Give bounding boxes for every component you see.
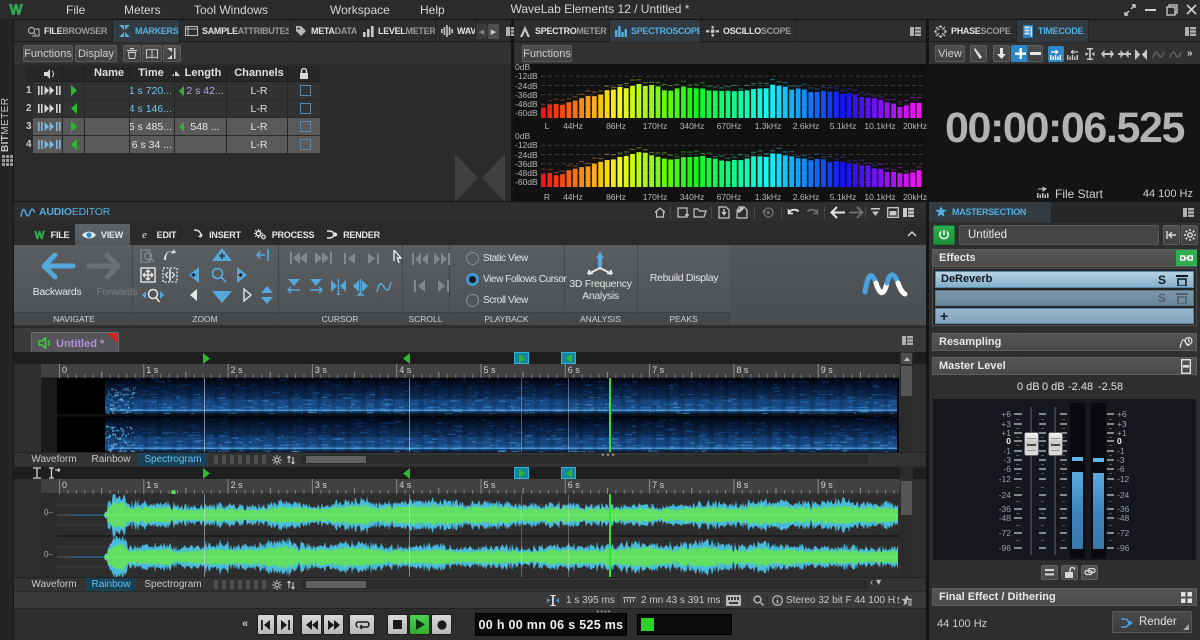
- svg-text:1 s: 1 s: [146, 365, 159, 375]
- svg-text:4 s: 4 s: [399, 480, 412, 490]
- svg-text:0: 0: [62, 480, 67, 490]
- svg-text:2 s: 2 s: [231, 480, 244, 490]
- svg-text:5 s: 5 s: [484, 365, 497, 375]
- svg-text:3 s: 3 s: [315, 480, 328, 490]
- svg-text:3 s: 3 s: [315, 365, 328, 375]
- svg-text:8 s: 8 s: [736, 365, 749, 375]
- svg-text:4 s: 4 s: [399, 365, 412, 375]
- svg-text:9 s: 9 s: [821, 480, 834, 490]
- svg-text:7 s: 7 s: [652, 365, 665, 375]
- svg-text:0: 0: [62, 365, 67, 375]
- svg-text:e: e: [142, 229, 147, 240]
- svg-text:1 s: 1 s: [146, 480, 159, 490]
- svg-text:2 s: 2 s: [231, 365, 244, 375]
- svg-text:6 s: 6 s: [568, 480, 581, 490]
- svg-text:8 s: 8 s: [736, 480, 749, 490]
- svg-text:6 s: 6 s: [568, 365, 581, 375]
- svg-text:9 s: 9 s: [821, 365, 834, 375]
- svg-text:7 s: 7 s: [652, 480, 665, 490]
- svg-text:5 s: 5 s: [484, 480, 497, 490]
